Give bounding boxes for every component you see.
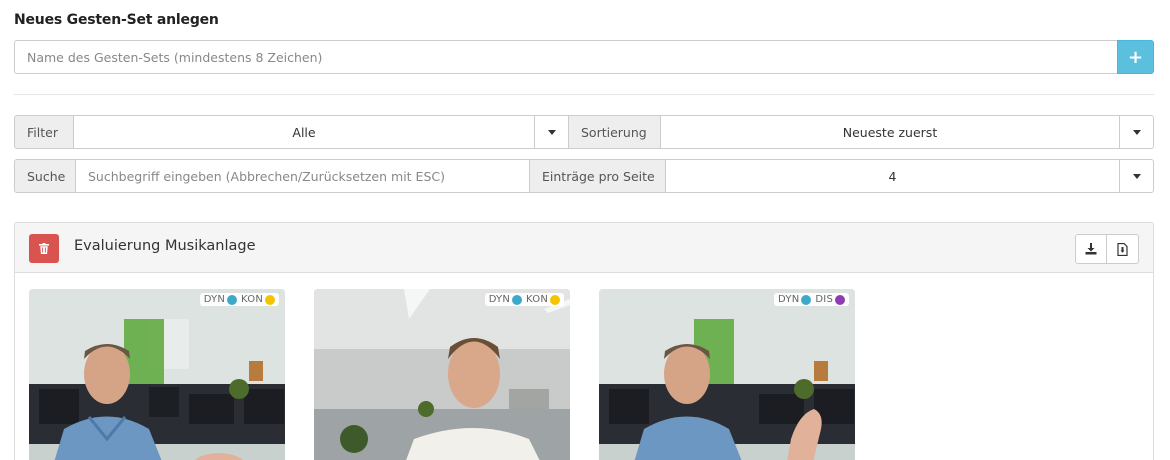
page-title: Neues Gesten-Set anlegen bbox=[14, 12, 219, 28]
divider bbox=[14, 94, 1154, 95]
gesture-card[interactable]: DYN KON bbox=[29, 289, 285, 460]
caret-down-icon bbox=[1132, 173, 1141, 179]
tag-dis: DIS bbox=[815, 294, 845, 305]
filter-row: Filter Alle Sortierung Neueste zuerst bbox=[14, 115, 1154, 149]
caret-down-icon bbox=[1132, 129, 1141, 135]
gesture-card[interactable]: DYN KON bbox=[314, 289, 570, 460]
kon-indicator-dot bbox=[265, 294, 275, 305]
gesture-thumbnail bbox=[314, 289, 570, 460]
dis-indicator-dot bbox=[835, 294, 845, 305]
gesture-type-tags: DYN DIS bbox=[774, 293, 849, 306]
tag-kon: KON bbox=[526, 294, 560, 305]
gesture-type-tags: DYN KON bbox=[484, 293, 564, 306]
dyn-indicator-dot bbox=[227, 294, 238, 305]
download-button[interactable] bbox=[1075, 234, 1107, 264]
gesture-card[interactable]: DYN DIS bbox=[599, 289, 855, 460]
filter-dropdown-toggle[interactable] bbox=[535, 115, 569, 149]
trash-icon bbox=[39, 243, 49, 254]
delete-set-button[interactable] bbox=[29, 234, 59, 263]
panel-header: Evaluierung Musikanlage bbox=[15, 223, 1153, 273]
caret-down-icon bbox=[547, 129, 556, 135]
plus-icon: + bbox=[1127, 46, 1144, 68]
tag-kon: KON bbox=[241, 294, 275, 305]
gesture-thumbnail bbox=[599, 289, 855, 460]
panel-actions bbox=[1075, 234, 1139, 264]
export-file-button[interactable] bbox=[1107, 234, 1139, 264]
gesture-set-panel: Evaluierung Musikanlage DYN KON DYN KON … bbox=[14, 222, 1154, 460]
set-name-input[interactable] bbox=[14, 40, 1117, 74]
add-set-button[interactable]: + bbox=[1117, 40, 1154, 74]
sort-select[interactable]: Neueste zuerst bbox=[661, 115, 1120, 149]
tag-dyn: DYN bbox=[778, 294, 812, 305]
dyn-indicator-dot bbox=[512, 294, 523, 305]
dyn-indicator-dot bbox=[801, 294, 812, 305]
search-label: Suche bbox=[14, 159, 76, 193]
tag-dyn: DYN bbox=[204, 294, 238, 305]
new-set-form: + bbox=[14, 40, 1154, 74]
gesture-thumbnail bbox=[29, 289, 285, 460]
filter-label: Filter bbox=[14, 115, 74, 149]
download-icon bbox=[1085, 243, 1097, 255]
filter-select[interactable]: Alle bbox=[74, 115, 535, 149]
kon-indicator-dot bbox=[550, 294, 560, 305]
set-title: Evaluierung Musikanlage bbox=[74, 238, 256, 254]
file-icon bbox=[1117, 242, 1128, 256]
per-page-select[interactable]: 4 bbox=[666, 159, 1120, 193]
tag-dyn: DYN bbox=[489, 294, 523, 305]
search-input[interactable] bbox=[76, 159, 530, 193]
per-page-dropdown-toggle[interactable] bbox=[1120, 159, 1154, 193]
per-page-label: Einträge pro Seite bbox=[530, 159, 666, 193]
gesture-type-tags: DYN KON bbox=[199, 293, 279, 306]
search-row: Suche Einträge pro Seite 4 bbox=[14, 159, 1154, 193]
sort-dropdown-toggle[interactable] bbox=[1120, 115, 1154, 149]
sort-label: Sortierung bbox=[569, 115, 661, 149]
